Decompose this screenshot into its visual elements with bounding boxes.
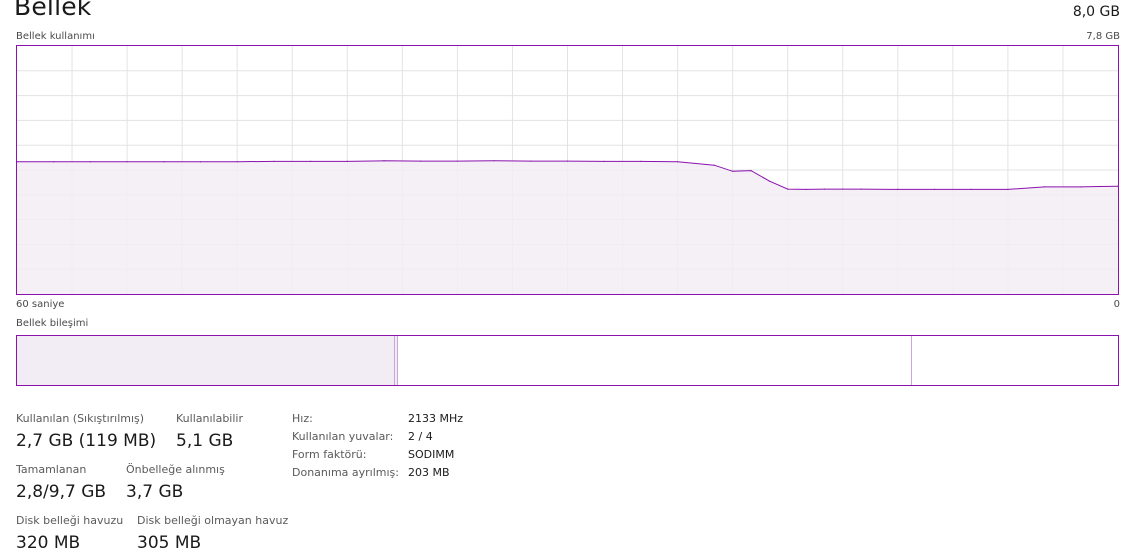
available-label: Kullanılabilir bbox=[176, 412, 243, 425]
composition-standby-divider bbox=[911, 336, 912, 385]
usage-point bbox=[787, 188, 789, 190]
usage-point bbox=[310, 160, 312, 162]
usage-point bbox=[456, 160, 458, 162]
usage-point bbox=[603, 160, 605, 162]
usage-point bbox=[805, 188, 807, 190]
graph-zero-label: 0 bbox=[1113, 299, 1120, 310]
memory-usage-graph bbox=[16, 45, 1119, 295]
usage-point bbox=[89, 161, 91, 163]
committed-label: Tamamlanan bbox=[16, 463, 87, 476]
cached-value: 3,7 GB bbox=[126, 482, 184, 502]
composition-in-use bbox=[17, 336, 394, 385]
in-use-value: 2,7 GB (119 MB) bbox=[16, 431, 157, 451]
usage-point bbox=[1080, 186, 1082, 188]
usage-point bbox=[53, 161, 55, 163]
in-use-label: Kullanılan (Sıkıştırılmış) bbox=[16, 412, 145, 425]
usage-point bbox=[713, 164, 715, 166]
committed-value: 2,8/9,7 GB bbox=[16, 482, 107, 502]
paged-pool-label: Disk belleği havuzu bbox=[16, 514, 124, 527]
usage-graph-max-label: 7,8 GB bbox=[1086, 31, 1120, 42]
usage-point bbox=[933, 188, 936, 190]
usage-point bbox=[1099, 185, 1101, 188]
usage-point bbox=[126, 161, 128, 163]
usage-point bbox=[860, 188, 862, 190]
form-factor-label: Form faktörü: bbox=[292, 448, 367, 461]
usage-graph-label: Bellek kullanımı bbox=[16, 31, 95, 42]
usage-point bbox=[842, 188, 844, 190]
usage-point bbox=[750, 170, 752, 172]
usage-point bbox=[163, 161, 165, 163]
usage-point bbox=[640, 160, 642, 162]
usage-point bbox=[732, 170, 734, 172]
hardware-reserved-value: 203 MB bbox=[408, 466, 450, 479]
page-title: Bellek bbox=[14, 0, 92, 21]
usage-point bbox=[273, 160, 275, 162]
form-factor-value: SODIMM bbox=[408, 448, 455, 461]
slots-value: 2 / 4 bbox=[408, 430, 433, 443]
usage-point bbox=[566, 160, 569, 162]
usage-point bbox=[530, 160, 532, 162]
available-value: 5,1 GB bbox=[176, 431, 234, 451]
usage-point bbox=[768, 180, 771, 182]
usage-point bbox=[823, 188, 826, 190]
memory-usage-chart bbox=[17, 46, 1118, 294]
paged-pool-value: 320 MB bbox=[16, 533, 81, 553]
usage-point bbox=[677, 161, 679, 163]
nonpaged-pool-label: Disk belleği olmayan havuz bbox=[137, 514, 289, 527]
speed-label: Hız: bbox=[292, 412, 313, 425]
usage-point bbox=[897, 188, 899, 190]
usage-point bbox=[236, 161, 238, 163]
cached-label: Önbelleğe alınmış bbox=[126, 463, 225, 476]
memory-composition-bar bbox=[16, 335, 1119, 386]
usage-point bbox=[199, 161, 202, 163]
slots-label: Kullanılan yuvalar: bbox=[292, 430, 394, 443]
usage-point bbox=[346, 160, 348, 162]
usage-point bbox=[970, 188, 972, 190]
usage-point bbox=[1007, 188, 1009, 190]
composition-label: Bellek bileşimi bbox=[16, 318, 89, 329]
nonpaged-pool-value: 305 MB bbox=[137, 533, 202, 553]
graph-time-label: 60 saniye bbox=[16, 299, 65, 310]
hardware-reserved-label: Donanıma ayrılmış: bbox=[292, 466, 399, 479]
usage-point bbox=[383, 160, 385, 162]
usage-point bbox=[493, 160, 495, 162]
composition-modified bbox=[394, 336, 398, 385]
usage-point bbox=[420, 160, 422, 162]
speed-value: 2133 MHz bbox=[408, 412, 464, 425]
usage-point bbox=[1044, 186, 1046, 188]
total-memory: 8,0 GB bbox=[1072, 4, 1120, 20]
